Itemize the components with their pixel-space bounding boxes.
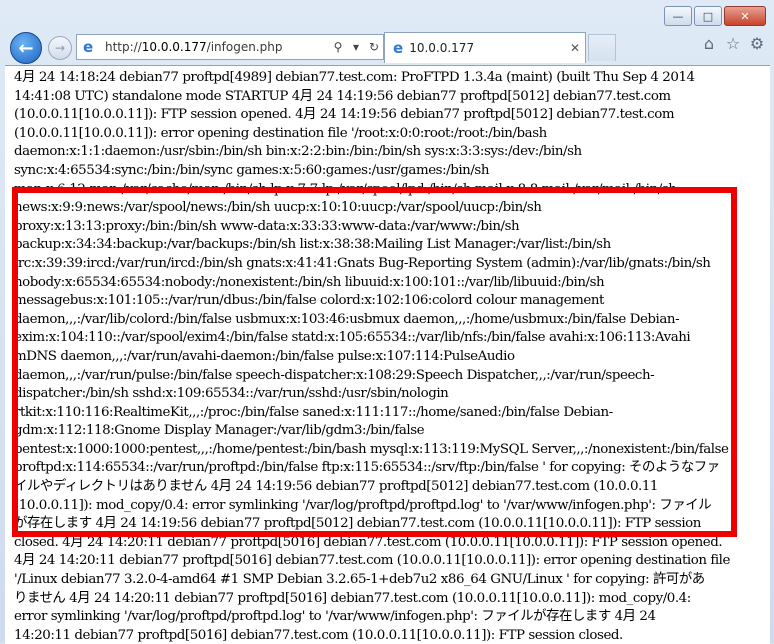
arrow-right-icon: →: [54, 41, 66, 55]
log-line: messagebus:x:101:105::/var/run/dbus:/bin…: [14, 293, 604, 309]
back-button[interactable]: ←: [10, 32, 42, 64]
log-line: proxy:x:13:13:proxy:/bin:/bin/sh www-dat…: [14, 218, 520, 234]
log-line: (10.0.0.11[10.0.0.11]): error opening de…: [14, 125, 547, 141]
log-line: が存在します 4月 24 14:19:56 debian77 proftpd[5…: [14, 516, 701, 532]
new-tab-button[interactable]: [588, 34, 616, 61]
log-line: man:x:6:12:man:/var/cache/man:/bin/sh lp…: [14, 181, 677, 197]
ie-logo-icon: e: [83, 38, 94, 56]
search-icon[interactable]: ⚲: [329, 40, 347, 54]
log-line: nobody:x:65534:65534:nobody:/nonexistent…: [14, 274, 605, 290]
log-line: sync:x:4:65534:sync:/bin:/bin/sync games…: [14, 162, 490, 178]
tab-close-icon[interactable]: ✕: [565, 41, 585, 55]
log-line: gdm:x:112:118:Gnome Display Manager:/var…: [14, 423, 425, 439]
log-line: (10.0.0.11[10.0.0.11]): FTP session open…: [14, 107, 675, 123]
close-button[interactable]: ✕: [724, 6, 766, 26]
home-icon[interactable]: ⌂: [700, 34, 718, 53]
tab-label: 10.0.0.177: [409, 41, 475, 55]
log-line: pentest:x:1000:1000:pentest,,,:/home/pen…: [14, 441, 729, 457]
address-url[interactable]: http://10.0.0.177/infogen.php: [105, 40, 329, 54]
favorites-star-icon[interactable]: ☆: [724, 34, 742, 53]
log-line: rtkit:x:110:116:RealtimeKit,,,:/proc:/bi…: [14, 404, 613, 420]
log-line: backup:x:34:34:backup:/var/backups:/bin/…: [14, 237, 611, 253]
toolbar-icons: ⌂ ☆ ⚙: [700, 34, 766, 53]
title-bar: — □ ✕: [0, 0, 774, 30]
dropdown-icon[interactable]: ▾: [347, 40, 365, 54]
log-line: 4月 24 14:20:11 debian77 proftpd[5016] de…: [14, 553, 730, 569]
log-line: daemon,,,:/var/lib/colord:/bin/false usb…: [14, 311, 680, 327]
gear-icon[interactable]: ⚙: [748, 34, 766, 53]
log-line: news:x:9:9:news:/var/spool/news:/bin/sh …: [14, 200, 542, 216]
log-line: irc:x:39:39:ircd:/var/run/ircd:/bin/sh g…: [14, 255, 711, 271]
refresh-icon[interactable]: ↻: [365, 40, 383, 54]
log-line: dispatcher:/bin/sh sshd:x:109:65534::/va…: [14, 386, 449, 402]
minimize-button[interactable]: —: [664, 6, 692, 26]
log-line: exim:x:104:110::/var/spool/exim4:/bin/fa…: [14, 330, 691, 346]
log-line: proftpd:x:114:65534::/var/run/proftpd:/b…: [14, 460, 720, 476]
arrow-left-icon: ←: [18, 37, 34, 59]
maximize-button[interactable]: □: [694, 6, 722, 26]
log-line: mDNS daemon,,,:/var/run/avahi-daemon:/bi…: [14, 348, 515, 364]
window-controls: — □ ✕: [664, 6, 766, 26]
address-bar[interactable]: e http://10.0.0.177/infogen.php ⚲ ▾ ↻: [76, 34, 384, 60]
navigation-bar: ← → e http://10.0.0.177/infogen.php ⚲ ▾ …: [0, 30, 774, 66]
log-line: error symlinking '/var/log/proftpd/proft…: [14, 609, 656, 625]
log-line: closed. 4月 24 14:20:11 debian77 proftpd[…: [14, 534, 723, 550]
log-line: [10.0.0.11]): mod_copy/0.4: error symlin…: [14, 497, 712, 513]
log-line: 14:20:11 debian77 proftpd[5016] debian77…: [14, 627, 623, 643]
forward-button[interactable]: →: [48, 36, 72, 60]
log-line: 14:41:08 UTC) standalone mode STARTUP 4月…: [14, 88, 671, 104]
ie-logo-icon: e: [393, 39, 404, 57]
log-line: 4月 24 14:18:24 debian77 proftpd[4989] de…: [14, 70, 695, 85]
log-line: りません 4月 24 14:20:11 debian77 proftpd[501…: [14, 590, 691, 606]
browser-window: — □ ✕ ← → e http://10.0.0.177/infogen.ph…: [0, 0, 774, 644]
log-line: daemon:x:1:1:daemon:/usr/sbin:/bin/sh bi…: [14, 144, 582, 160]
tab-active[interactable]: e 10.0.0.177 ✕: [384, 32, 586, 63]
log-line: '/Linux debian77 3.2.0-4-amd64 #1 SMP De…: [14, 572, 705, 588]
log-line: イルやディレクトリはありません 4月 24 14:19:56 debian77 …: [14, 479, 658, 495]
log-line: daemon,,,:/var/run/pulse:/bin/false spee…: [14, 367, 655, 383]
log-text: 4月 24 14:18:24 debian77 proftpd[4989] de…: [14, 69, 752, 644]
page-content: 4月 24 14:18:24 debian77 proftpd[4989] de…: [5, 65, 770, 644]
